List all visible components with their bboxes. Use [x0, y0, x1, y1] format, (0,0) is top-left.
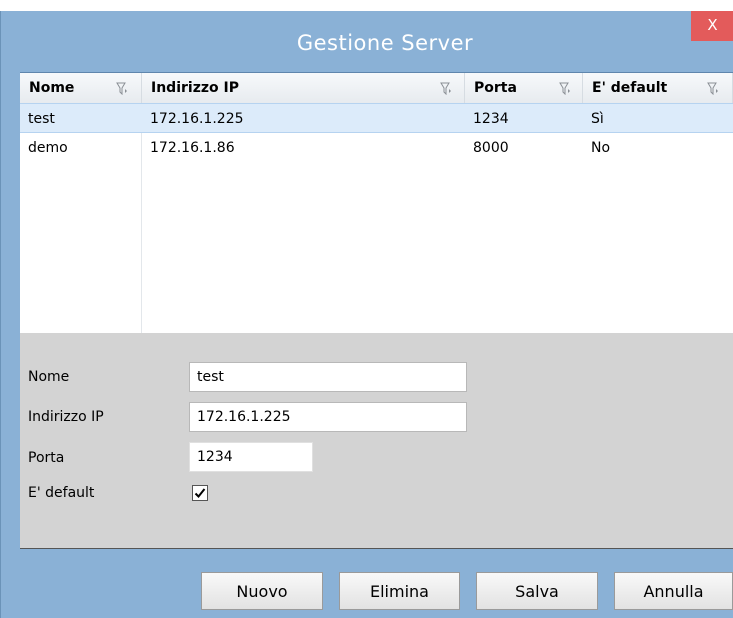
filter-icon[interactable] — [440, 82, 452, 95]
column-header-ip[interactable]: Indirizzo IP — [142, 73, 465, 103]
nuovo-button[interactable]: Nuovo — [201, 572, 323, 610]
checkmark-icon — [194, 488, 206, 498]
cell-porta: 8000 — [473, 140, 509, 156]
cell-porta: 1234 — [473, 111, 509, 127]
filter-icon[interactable] — [559, 82, 571, 95]
annulla-button[interactable]: Annulla — [614, 572, 733, 610]
salva-button[interactable]: Salva — [476, 572, 598, 610]
default-label: E' default — [28, 485, 95, 501]
column-header-nome[interactable]: Nome — [20, 73, 142, 103]
cell-nome: demo — [28, 140, 68, 156]
elimina-button[interactable]: Elimina — [339, 572, 460, 610]
grid-header: Nome Indirizzo IP Porta E' default — [20, 73, 733, 104]
nome-field[interactable]: test — [189, 362, 467, 392]
cell-ip: 172.16.1.86 — [150, 140, 235, 156]
default-checkbox[interactable] — [192, 485, 208, 501]
column-header-label: Porta — [474, 80, 517, 96]
porta-label: Porta — [28, 450, 65, 466]
cell-default: No — [591, 140, 611, 156]
ip-label: Indirizzo IP — [28, 409, 104, 425]
column-header-label: Nome — [29, 80, 75, 96]
close-button[interactable]: X — [691, 11, 733, 41]
column-header-label: Indirizzo IP — [151, 80, 239, 96]
column-header-porta[interactable]: Porta — [465, 73, 583, 103]
server-grid: Nome Indirizzo IP Porta E' default test … — [20, 72, 733, 334]
nome-label: Nome — [28, 369, 70, 385]
edit-form: Nome test Indirizzo IP 172.16.1.225 Port… — [20, 333, 733, 549]
cell-nome: test — [28, 111, 55, 127]
dialog-title: Gestione Server — [296, 31, 474, 55]
cell-ip: 172.16.1.225 — [150, 111, 244, 127]
column-header-default[interactable]: E' default — [583, 73, 733, 103]
table-row[interactable]: test 172.16.1.225 1234 Sì — [20, 103, 733, 133]
column-header-label: E' default — [592, 80, 668, 96]
filter-icon[interactable] — [707, 82, 719, 95]
table-row[interactable]: demo 172.16.1.86 8000 No — [20, 133, 733, 163]
porta-field[interactable]: 1234 — [189, 442, 313, 472]
title-bar: Gestione Server X — [1, 11, 733, 81]
ip-field[interactable]: 172.16.1.225 — [189, 402, 467, 432]
cell-default: Sì — [591, 111, 604, 127]
filter-icon[interactable] — [116, 82, 128, 95]
